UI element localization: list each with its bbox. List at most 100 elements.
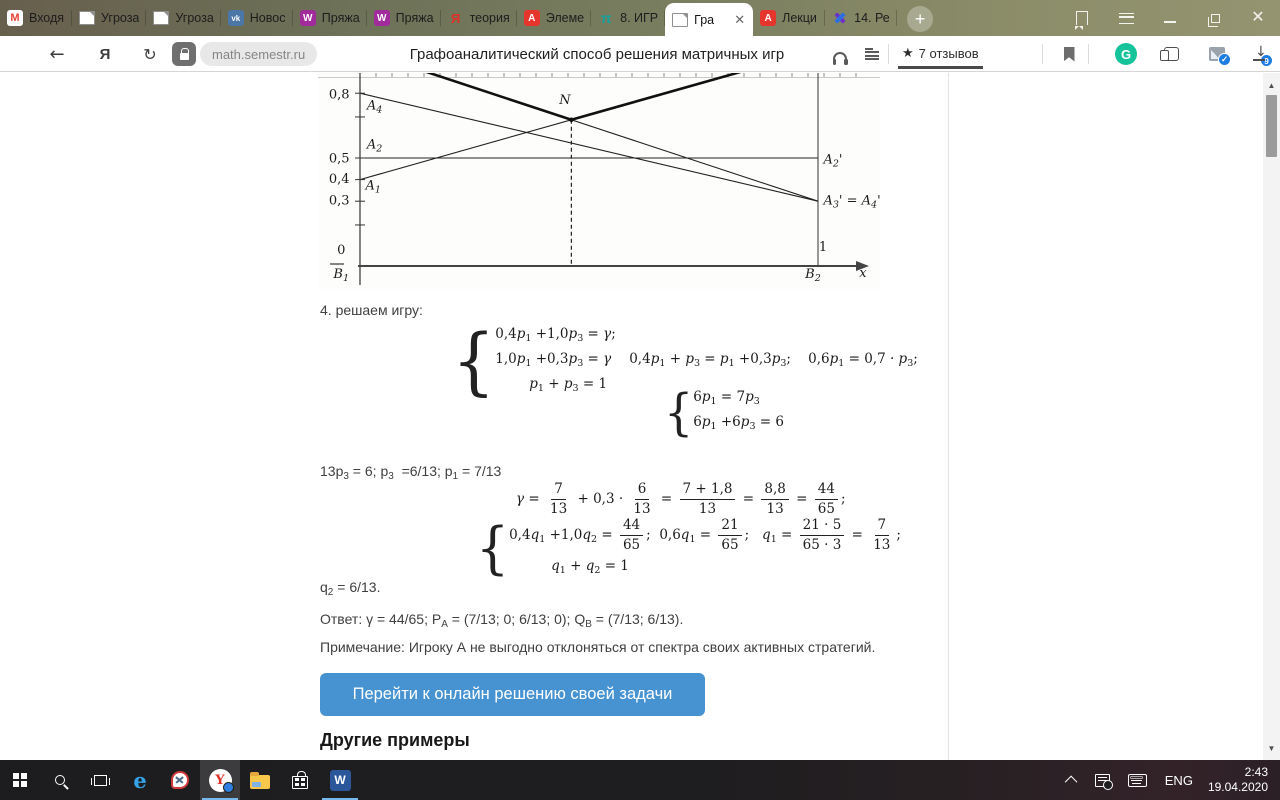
downloads-button[interactable]: 9 <box>1246 36 1273 72</box>
chart-label: 0,8 <box>329 88 350 103</box>
file-explorer-icon <box>250 771 270 789</box>
wb-favicon-icon: W <box>373 10 390 26</box>
vk-favicon-icon: vk <box>227 10 244 26</box>
tray-date: 19.04.2020 <box>1207 780 1268 794</box>
maximize-button[interactable] <box>1192 0 1236 36</box>
chart-label: 0 <box>337 243 345 258</box>
reader-mode-button[interactable] <box>858 36 886 72</box>
reviews-button[interactable]: ★ 7 отзывов <box>898 36 983 72</box>
yandex-favicon-icon: Я <box>450 10 461 26</box>
scroll-up-arrow[interactable]: ▲ <box>1263 77 1280 93</box>
back-button[interactable]: ← <box>42 36 72 72</box>
taskbar-word-button[interactable]: W <box>320 760 360 800</box>
tab-9[interactable]: π 8. ИГР <box>591 0 666 36</box>
tab-10[interactable]: Гра ✕ <box>665 3 754 36</box>
chart-label: B2​ <box>804 267 821 284</box>
tab-7[interactable]: Ятеория <box>441 0 517 36</box>
browser-toolbar: ← Я ↻ math.semestr.ru Графоаналитический… <box>0 36 1280 72</box>
tab-1[interactable]: M Входя <box>0 0 72 36</box>
pi-favicon-icon: π <box>600 10 612 26</box>
tab-11[interactable]: A Лекци <box>753 0 826 36</box>
window-controls: ✕ <box>1060 0 1280 36</box>
site-security-chip[interactable] <box>172 36 196 72</box>
taskbar-snipping-button[interactable] <box>160 760 200 800</box>
brace: { <box>664 382 694 442</box>
minimize-button[interactable] <box>1148 0 1192 36</box>
pin-favicon-icon <box>832 10 848 26</box>
yandex-logo-button[interactable]: Я <box>90 36 120 72</box>
listen-button[interactable] <box>826 36 854 72</box>
browser-tab-bar: M Входя Угроза Угроза vk Новос W Пряжа W Пряжа Яте… <box>0 0 1280 36</box>
answer-line: Ответ: γ = 44/65; PA = (7/13; 0; 6/13; 0… <box>320 611 684 630</box>
new-tab-button[interactable]: + <box>907 6 934 32</box>
content-column-border <box>948 73 949 760</box>
yandex-browser-icon: Y <box>208 768 234 793</box>
taskbar-edge-button[interactable]: e <box>120 760 160 800</box>
taskbar-yandex-browser-button[interactable]: Y <box>200 760 240 800</box>
hamburger-menu-icon <box>1118 12 1134 24</box>
tab-8[interactable]: A Элеме <box>517 0 592 36</box>
taskbar-store-button[interactable] <box>280 760 320 800</box>
edge-icon: e <box>133 767 147 793</box>
tab-5[interactable]: W Пряжа <box>293 0 367 36</box>
tray-time: 2:43 <box>1244 765 1268 779</box>
solve-online-button[interactable]: Перейти к онлайн решению своей задачи <box>320 673 705 716</box>
tab-label: 8. ИГР <box>620 11 659 25</box>
page-scrollbar[interactable]: ▲ ▼ <box>1263 73 1280 760</box>
close-button[interactable]: ✕ <box>1236 0 1280 36</box>
clock[interactable]: 2:43 19.04.2020 <box>1202 765 1280 795</box>
scroll-down-arrow[interactable]: ▼ <box>1263 740 1280 756</box>
screenshot-icon: ✓ <box>1209 47 1231 66</box>
step-label: 4. решаем игру: <box>320 302 423 318</box>
bookmark-button[interactable] <box>1056 36 1082 72</box>
tab-4[interactable]: vk Новос <box>221 0 293 36</box>
equation-system-q: { 0,4q1 +1,0q2 = 44 65; 0,6q1 = 21 65; q1 … <box>476 516 901 582</box>
start-button[interactable] <box>0 760 40 800</box>
game-theory-chart: 0,8 A4​ A2​ 0,5 0,4 A1​ 0,3 0 B1​ N A2​' A3​' = A4​… <box>318 73 880 289</box>
language-indicator[interactable]: ENG <box>1156 760 1202 800</box>
scrollbar-thumb[interactable] <box>1266 95 1277 157</box>
tab-label: Элеме <box>545 11 585 25</box>
refresh-button[interactable]: ↻ <box>135 36 165 72</box>
tab-label: Входя <box>29 11 65 25</box>
tab-6[interactable]: W Пряжа <box>367 0 441 36</box>
word-icon: W <box>329 769 351 791</box>
close-icon: ✕ <box>1251 9 1265 26</box>
download-icon: 9 <box>1253 44 1273 67</box>
task-view-button[interactable] <box>80 760 120 800</box>
page-favicon-icon <box>672 12 689 27</box>
tab-label: Новос <box>249 11 286 25</box>
chart-label: A2​ <box>366 137 382 154</box>
browser-menu-button[interactable] <box>1104 0 1148 36</box>
check-badge: ✓ <box>1218 53 1231 66</box>
bookmark-flag-icon <box>1075 11 1088 30</box>
chart-label: A3​' = A4​' <box>822 193 880 210</box>
tab-close-icon[interactable]: ✕ <box>733 13 746 26</box>
tab-2[interactable]: Угроза <box>72 0 147 36</box>
touch-keyboard-icon <box>1127 773 1147 787</box>
tab-12[interactable]: 14. Ре <box>825 0 898 36</box>
tray-notes-button[interactable] <box>1086 760 1119 800</box>
sidebar-panel-button[interactable] <box>1060 0 1104 36</box>
reader-mode-icon <box>865 48 879 60</box>
taskbar-explorer-button[interactable] <box>240 760 280 800</box>
page-title: Графоаналитический способ решения матрич… <box>409 45 785 63</box>
back-arrow-icon: ← <box>49 43 65 65</box>
wb-favicon-icon: W <box>299 10 316 26</box>
headphones-icon <box>832 52 848 65</box>
extension-button[interactable] <box>1158 36 1184 72</box>
gmail-favicon-icon: M <box>7 10 23 26</box>
chart-label: A2​' <box>822 152 842 169</box>
grammarly-extension-button[interactable]: G <box>1113 36 1139 72</box>
taskbar-search-button[interactable] <box>40 760 80 800</box>
chevron-up-icon <box>1064 775 1078 788</box>
screenshot-extension-button[interactable]: ✓ <box>1204 36 1231 72</box>
chart-label: A1​ <box>364 178 380 195</box>
tray-keyboard-button[interactable] <box>1119 760 1156 800</box>
tab-label: Угроза <box>101 11 140 25</box>
tab-3[interactable]: Угроза <box>146 0 222 36</box>
reviews-label: 7 отзывов <box>918 45 979 61</box>
tray-overflow-button[interactable] <box>1059 760 1086 800</box>
tab-label: Угроза <box>175 11 214 25</box>
pdf-favicon-icon: A <box>523 10 540 26</box>
